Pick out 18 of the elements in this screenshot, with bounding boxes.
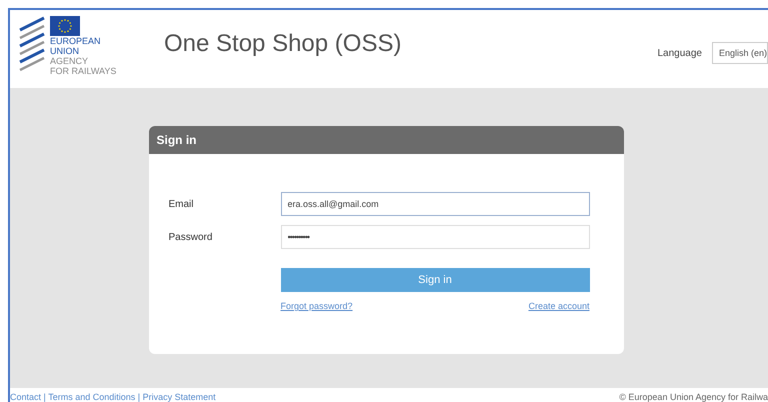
password-field[interactable]: •••••••••• [280, 225, 590, 249]
copyright-text: © European Union Agency for Railwa [619, 392, 768, 402]
card-title: Sign in [148, 126, 624, 154]
page-title: One Stop Shop (OSS) [164, 30, 402, 58]
eu-flag-icon [50, 16, 80, 36]
field-label: Email [168, 198, 195, 210]
language-label: Language [658, 48, 702, 58]
sign-in-button[interactable]: Sign in [280, 268, 590, 292]
account-link[interactable]: Forgot password? [280, 301, 353, 311]
logo-text: FOR RAILWAYS [50, 66, 116, 76]
logo-text: EUROPEAN [50, 36, 102, 46]
logo-text: UNION [50, 46, 80, 56]
email-field[interactable]: era.oss.all@gmail.com [280, 192, 590, 216]
account-link[interactable]: Create account [528, 301, 590, 311]
language-select[interactable]: English (en) [712, 42, 768, 64]
field-label: Password [168, 232, 214, 242]
logo-text: AGENCY [50, 56, 90, 66]
footer-links[interactable]: Contact | Terms and Conditions | Privacy Statement [10, 392, 216, 402]
